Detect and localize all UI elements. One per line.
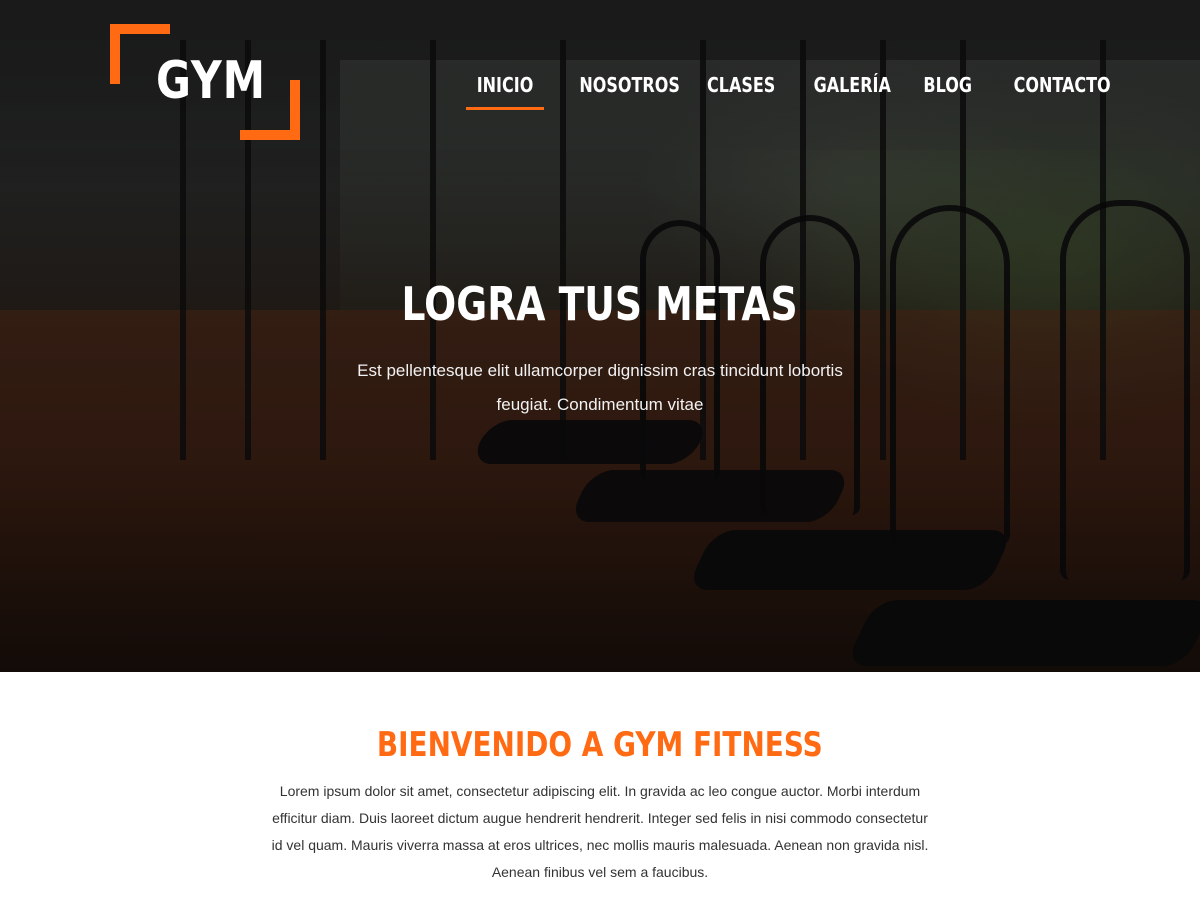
welcome-body: Lorem ipsum dolor sit amet, consectetur … (271, 783, 929, 880)
nav-item-nosotros[interactable]: NOSOTROS (579, 72, 679, 110)
hero-title: LOGRA TUS METAS (0, 276, 1200, 332)
nav-item-contacto[interactable]: CONTACTO (1014, 72, 1111, 110)
welcome-title-text: BIENVENIDO A GYM FITNESS (377, 725, 823, 765)
hero-subtitle: Est pellentesque elit ullamcorper dignis… (357, 361, 843, 414)
nav-active-underline (466, 107, 544, 110)
nav-item-clases[interactable]: CLASES (707, 72, 775, 110)
logo-text: GYM (156, 51, 266, 111)
nav-item-galeria[interactable]: GALERÍA (814, 72, 891, 110)
nav-item-inicio[interactable]: INICIO (474, 72, 536, 110)
hero-title-text: LOGRA TUS METAS (401, 277, 799, 331)
nav-item-blog[interactable]: BLOG (923, 72, 972, 110)
gym-logo[interactable]: GYM (110, 24, 300, 140)
welcome-title: BIENVENIDO A GYM FITNESS (0, 722, 1200, 768)
